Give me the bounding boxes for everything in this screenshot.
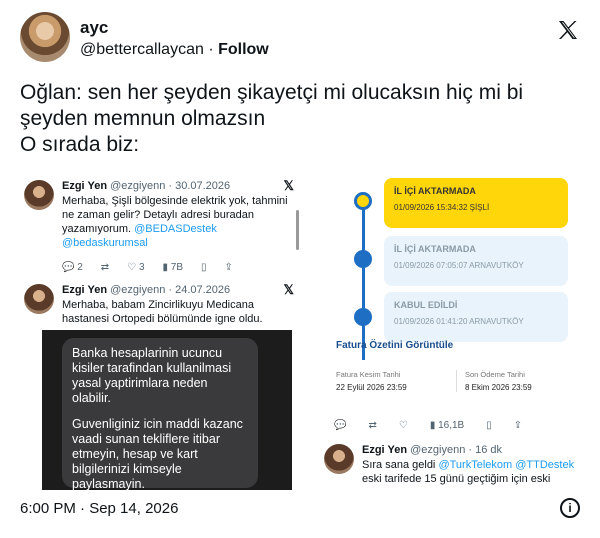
sms-screenshot: Banka hesaplarinin ucuncu kisiler tarafi… (42, 330, 292, 490)
embedded-meta: @ezgiyenn · 30.07.2026 (110, 180, 231, 192)
x-logo-icon[interactable] (556, 18, 580, 42)
embedded-avatar (324, 444, 354, 474)
right-screenshot: İL İÇİ AKTARMADA 01/09/2026 15:34:32 ŞİŞ… (320, 170, 580, 490)
timeline-node-done (354, 308, 372, 326)
tracking-card: İL İÇİ AKTARMADA 01/09/2026 15:34:32 ŞİŞ… (328, 170, 576, 412)
sms-line: etmeyin, hesap ve kart (72, 447, 198, 461)
step-title: KABUL EDİLDİ (394, 300, 458, 310)
retweet-icon: ⇄ (100, 262, 110, 273)
x-icon: 𝕏 (283, 178, 294, 193)
embedded-name: Ezgi Yen (62, 284, 108, 296)
x-icon: 𝕏 (283, 282, 294, 297)
tweet-line: O sırada biz: (20, 133, 140, 156)
due-label: Son Ödeme Tarihi (465, 370, 525, 379)
tweet-header: ayc @bettercallaycan · Follow (20, 12, 582, 64)
view-count: ▮ 7B (162, 262, 184, 273)
retweet-icon: ⇄ (368, 420, 377, 431)
reply-count-value: 2 (77, 262, 83, 273)
embedded-meta: @ezgiyenn · 24.07.2026 (110, 284, 231, 296)
view-count-value: 16,1B (438, 420, 465, 431)
invoice-due: Son Ödeme Tarihi 8 Ekim 2026 23:59 (456, 370, 532, 392)
sms-line: Banka hesaplarinin ucuncu (72, 346, 223, 360)
sms-line: paylasmayin. (72, 477, 145, 490)
embedded-name: Ezgi Yen (62, 180, 108, 192)
embedded-meta: @ezgiyenn · 16 dk (410, 444, 502, 456)
sms-paragraph: Guvenliginiz icin maddi kazanc vaadi sun… (72, 417, 248, 490)
view-count-value: 7B (170, 262, 184, 273)
step-date: 01/09/2026 07:05:07 ARNAVUTKÖY (394, 261, 524, 270)
embedded-author: Ezgi Yen @ezgiyenn · 30.07.2026 (62, 180, 230, 192)
embedded-body: Sıra sana geldi @TurkTelekom @TTDestek e… (362, 458, 580, 486)
embedded-body-text: Sıra sana geldi (362, 459, 436, 471)
bookmark-icon: ▯ (486, 420, 492, 431)
tweet-media[interactable]: Ezgi Yen @ezgiyenn · 30.07.2026 𝕏 Merhab… (20, 170, 580, 490)
author-name[interactable]: ayc (80, 18, 108, 38)
embedded-author: Ezgi Yen @ezgiyenn · 24.07.2026 (62, 284, 230, 296)
embedded-body: Merhaba, babam Zincirlikuyu Medicana has… (62, 299, 263, 325)
sms-bubble: Banka hesaplarinin ucuncu kisiler tarafi… (62, 338, 258, 490)
tracking-step: İL İÇİ AKTARMADA 01/09/2026 15:34:32 ŞİŞ… (384, 178, 568, 228)
view-count: ▮ 16,1B (429, 420, 465, 431)
like-count-value: 3 (138, 262, 145, 273)
step-date: 01/09/2026 01:41:20 ARNAVUTKÖY (394, 317, 524, 326)
tracking-step: KABUL EDİLDİ 01/09/2026 01:41:20 ARNAVUT… (384, 292, 568, 342)
share-icon: ⇪ (513, 420, 523, 431)
tweet-text: Oğlan: sen her şeyden şikayetçi mi oluca… (20, 80, 580, 158)
sms-line: yasal yaptirimlara neden (72, 376, 208, 390)
sms-line: kisiler tarafindan kullanilmasi (72, 361, 232, 375)
issue-date: 22 Eylül 2026 23:59 (336, 383, 407, 392)
invoice-title: Fatura Özetini Görüntüle (336, 340, 454, 351)
embedded-tweet: Ezgi Yen @ezgiyenn · 30.07.2026 𝕏 Merhab… (20, 178, 300, 278)
reply-icon: 💬 (334, 420, 347, 431)
due-date: 8 Ekim 2026 23:59 (465, 383, 532, 392)
info-icon[interactable]: i (560, 498, 580, 518)
embedded-author: Ezgi Yen @ezgiyenn · 16 dk (362, 444, 502, 456)
embedded-mentions: @TurkTelekom @TTDestek (438, 459, 575, 471)
sms-paragraph: Banka hesaplarinin ucuncu kisiler tarafi… (72, 346, 248, 406)
embedded-avatar (24, 180, 54, 210)
author-avatar[interactable] (20, 12, 70, 62)
timeline-node-active (354, 192, 372, 210)
embedded-actions: 💬 2 ⇄ ♡ 3 ▮ 7B ▯ ⇪ (62, 262, 292, 273)
author-handle[interactable]: @bettercallaycan (80, 41, 204, 58)
follow-button[interactable]: Follow (218, 41, 269, 58)
embedded-tweet: Ezgi Yen @ezgiyenn · 24.07.2026 𝕏 Merhab… (20, 282, 300, 332)
author-meta: @bettercallaycan · Follow (80, 41, 269, 59)
embedded-name: Ezgi Yen (362, 444, 408, 456)
tweet-timestamp[interactable]: 6:00 PM · Sep 14, 2026 (20, 500, 178, 517)
embedded-body-text: eski tarifede 15 günü geçtiğim için eski (362, 473, 551, 485)
reply-count: 💬 2 (62, 262, 83, 273)
sms-line: olabilir. (72, 391, 111, 405)
tracking-step: İL İÇİ AKTARMADA 01/09/2026 07:05:07 ARN… (384, 236, 568, 286)
step-date: 01/09/2026 15:34:32 ŞİŞLİ (394, 203, 490, 212)
left-screenshot: Ezgi Yen @ezgiyenn · 30.07.2026 𝕏 Merhab… (20, 170, 300, 490)
like-icon: ♡ (398, 420, 408, 431)
embedded-actions: 💬 ⇄ ♡ ▮ 16,1B ▯ ⇪ (334, 420, 522, 431)
embedded-body: Merhaba, Şişli bölgesinde elektrik yok, … (62, 194, 292, 250)
sms-line: Guvenliginiz icin maddi kazanc (72, 417, 243, 431)
bookmark-icon: ▯ (201, 262, 207, 273)
step-title: İL İÇİ AKTARMADA (394, 186, 476, 196)
timeline-node-done (354, 250, 372, 268)
like-count: ♡ 3 (127, 262, 145, 273)
tweet-line: Oğlan: sen her şeyden şikayetçi mi oluca… (20, 81, 524, 104)
share-icon: ⇪ (224, 262, 233, 273)
sms-line: bilgilerinizi kimseyle (72, 462, 182, 476)
step-title: İL İÇİ AKTARMADA (394, 244, 476, 254)
embedded-avatar (24, 284, 54, 314)
tweet-line: şeyden memnun olmazsın (20, 107, 266, 130)
timeline-line (362, 200, 365, 360)
scrollbar (296, 210, 299, 250)
issue-label: Fatura Kesim Tarihi (336, 370, 401, 379)
meta-separator: · (208, 41, 214, 58)
sms-line: vaadi sunan tekliflere itibar (72, 432, 220, 446)
invoice-issue: Fatura Kesim Tarihi 22 Eylül 2026 23:59 (336, 370, 407, 392)
